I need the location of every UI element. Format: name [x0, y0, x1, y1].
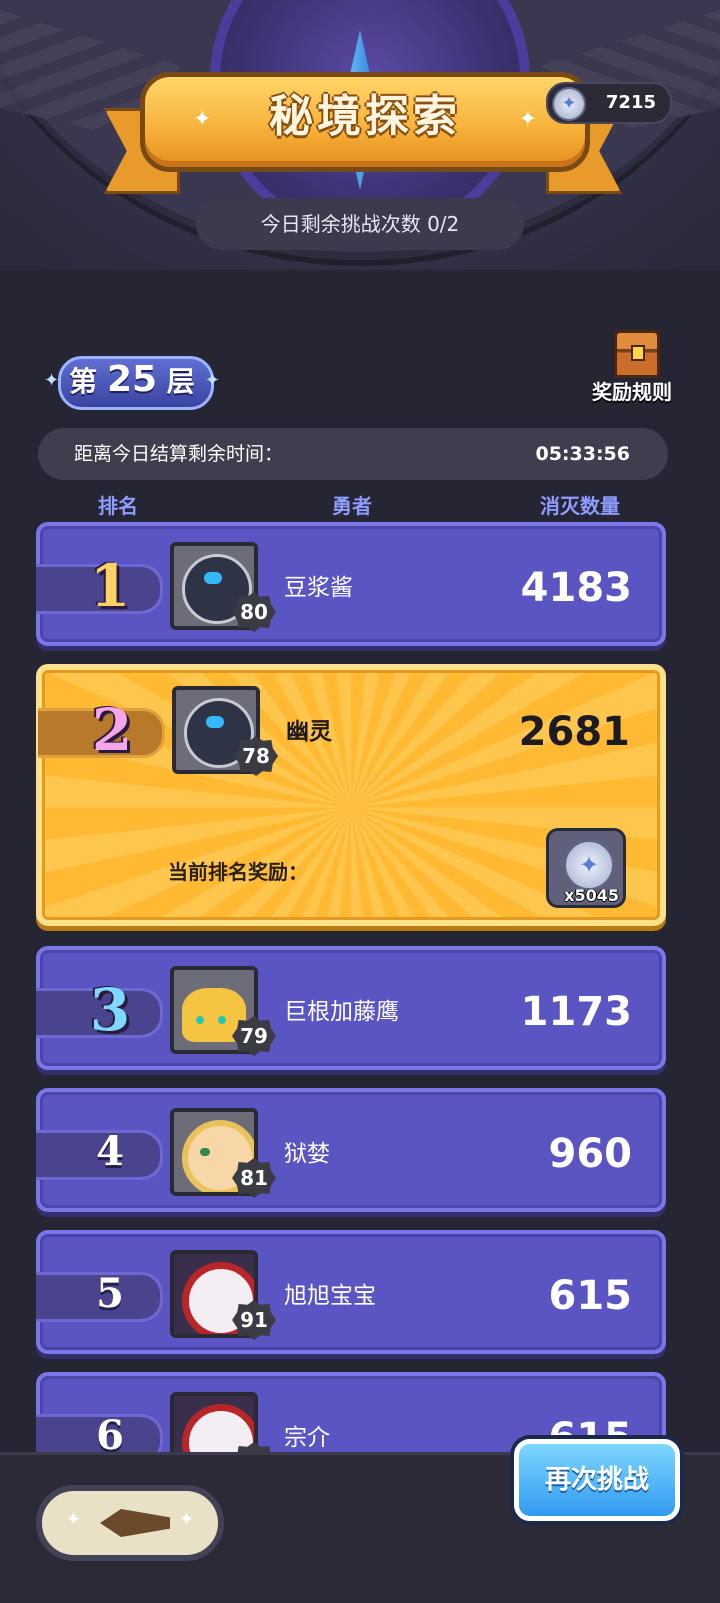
treasure-chest-icon [614, 330, 660, 378]
player-name: 旭旭宝宝 [284, 1283, 376, 1309]
level-badge: 91 [232, 1300, 276, 1340]
player-name: 幽灵 [286, 719, 332, 745]
page-title: 秘境探索 [269, 91, 461, 142]
ranking-row[interactable]: 4 81 狱婪 960 [36, 1088, 666, 1212]
level-badge: 81 [232, 1158, 276, 1198]
ranking-row[interactable]: 5 91 旭旭宝宝 615 [36, 1230, 666, 1354]
sparkle-icon: ✦ [204, 370, 220, 391]
title-banner: ✦ 秘境探索 ✦ [140, 72, 590, 172]
floor-badge: ✦ 第 25 层 ✦ [44, 350, 220, 410]
reward-rules-button[interactable]: 奖励规则 [584, 330, 680, 410]
ranking-row-current[interactable]: 2 78 幽灵 2681 当前排名奖励： ✦ x5045 [36, 664, 666, 926]
floor-prefix: 第 [69, 365, 98, 398]
player-name: 狱婪 [284, 1141, 330, 1167]
level-badge: 79 [232, 1016, 276, 1056]
sparkle-icon: ✦ [178, 1509, 194, 1530]
screen-content: ✦ 秘境探索 ✦ ✦ 7215 今日剩余挑战次数 0/2 ✦ 第 25 层 ✦ … [0, 0, 720, 1452]
player-name: 豆浆酱 [284, 575, 353, 601]
player-name: 巨根加藤鹰 [284, 999, 399, 1025]
reward-rules-label: 奖励规则 [592, 380, 672, 404]
kill-count: 2681 [518, 709, 630, 755]
rank-number: 3 [89, 976, 131, 1044]
column-header-hero: 勇者 [332, 494, 372, 518]
reward-item[interactable]: ✦ x5045 [546, 828, 626, 908]
kill-count: 1173 [520, 989, 632, 1035]
back-button[interactable]: ✦ ✦ [36, 1485, 224, 1561]
bottom-bar: ✦ ✦ 再次挑战 [0, 1439, 720, 1603]
level-badge: 78 [234, 736, 278, 776]
rank-number: 6 [96, 1412, 124, 1452]
sparkle-icon: ✦ [518, 107, 537, 132]
currency-counter[interactable]: ✦ 7215 [546, 82, 672, 124]
current-rank-reward-label: 当前排名奖励： [168, 860, 308, 884]
sparkle-icon: ✦ [66, 1509, 82, 1530]
back-arrow-icon [100, 1509, 170, 1537]
rank-number: 2 [91, 696, 133, 764]
rank-number: 1 [89, 552, 131, 620]
avatar[interactable] [170, 1392, 258, 1452]
remaining-attempts: 今日剩余挑战次数 0/2 [196, 198, 524, 250]
kill-count: 960 [548, 1131, 633, 1177]
reward-quantity: x5045 [564, 886, 619, 905]
sparkle-icon: ✦ [193, 107, 212, 132]
timer-label: 距离今日结算剩余时间： [74, 443, 284, 465]
currency-value: 7215 [605, 92, 656, 113]
rank-number: 5 [96, 1270, 124, 1317]
timer-value: 05:33:56 [535, 443, 630, 465]
kill-count: 615 [548, 1273, 633, 1319]
ranking-row[interactable]: 1 80 豆浆酱 4183 [36, 522, 666, 646]
crystal-coin-icon: ✦ [563, 839, 615, 891]
floor-suffix: 层 [166, 365, 195, 398]
ranking-row[interactable]: 3 79 巨根加藤鹰 1173 [36, 946, 666, 1070]
retry-challenge-button[interactable]: 再次挑战 [514, 1439, 680, 1521]
level-badge: 80 [232, 592, 276, 632]
player-name: 宗介 [284, 1425, 330, 1451]
kill-count: 4183 [520, 565, 632, 611]
column-header-rank: 排名 [98, 494, 138, 518]
floor-number: 25 [106, 359, 158, 400]
crystal-coin-icon: ✦ [552, 87, 586, 121]
settlement-timer: 距离今日结算剩余时间： 05:33:56 [38, 428, 668, 480]
rank-number: 4 [96, 1128, 124, 1175]
column-header-kills: 消灭数量 [540, 494, 620, 518]
